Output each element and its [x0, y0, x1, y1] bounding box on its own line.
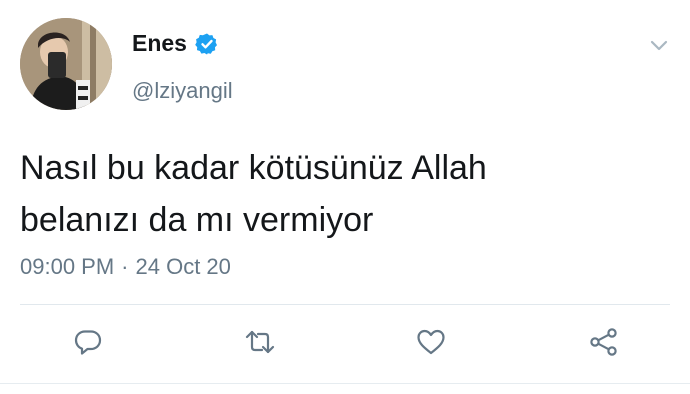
user-handle[interactable]: @lziyangil — [132, 78, 233, 104]
share-button[interactable] — [584, 322, 624, 362]
tweet-text-line-2: belanızı da mı vermiyor — [20, 201, 374, 239]
tweet-text: Nasıl bu kadar kötüsünüz Allah belanızı … — [20, 142, 660, 246]
retweet-button[interactable] — [240, 322, 280, 362]
tweet-card: Enes @lziyangil Nasıl bu kadar kötüsünüz… — [0, 0, 690, 394]
avatar[interactable] — [20, 18, 112, 110]
name-row: Enes — [132, 30, 219, 57]
chevron-down-icon[interactable] — [648, 34, 670, 56]
bottom-border — [0, 383, 690, 384]
tweet-time[interactable]: 09:00 PM — [20, 254, 114, 280]
verified-badge-icon — [195, 32, 219, 56]
heart-icon — [417, 329, 445, 355]
tweet-meta: 09:00 PM · 24 Oct 20 — [20, 254, 231, 280]
like-button[interactable] — [411, 322, 451, 362]
tweet-text-line-1: Nasıl bu kadar kötüsünüz Allah — [20, 149, 487, 187]
action-bar — [0, 322, 690, 366]
meta-separator: · — [121, 254, 129, 279]
reply-button[interactable] — [68, 322, 108, 362]
divider — [20, 304, 670, 305]
tweet-date[interactable]: 24 Oct 20 — [136, 254, 231, 280]
reply-icon — [74, 330, 102, 355]
retweet-icon — [245, 330, 275, 354]
avatar-image — [20, 18, 112, 110]
display-name[interactable]: Enes — [132, 30, 187, 57]
share-icon — [590, 328, 617, 356]
